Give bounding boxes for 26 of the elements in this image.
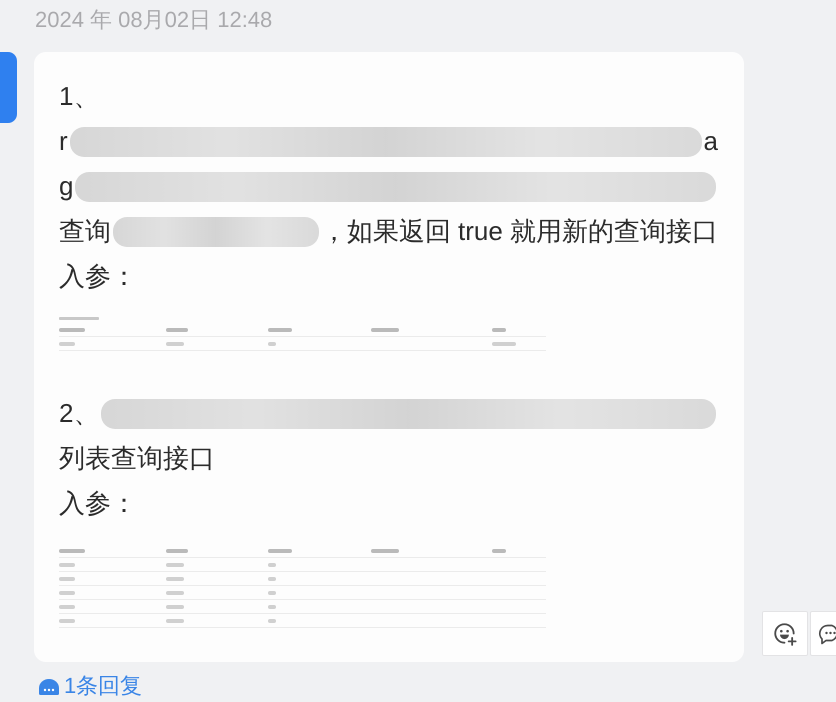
message-text: 2、 — [59, 397, 100, 430]
message-timestamp: 2024 年 08月02日 12:48 — [35, 7, 272, 33]
message-text: 1、 — [59, 80, 100, 113]
blurred-text-block — [59, 342, 75, 346]
blurred-text-block — [166, 342, 184, 346]
message-text: 入参： — [59, 260, 137, 293]
blurred-text-block — [268, 328, 292, 332]
message-text: a — [704, 126, 718, 157]
comment-button[interactable] — [810, 611, 836, 656]
smiley-plus-icon — [772, 620, 798, 646]
chat-bubble-icon — [38, 678, 60, 694]
speech-bubble-icon — [818, 622, 836, 646]
message-text: r — [59, 126, 68, 157]
reply-count-link[interactable]: 1条回复 — [38, 673, 142, 699]
blurred-text-block — [492, 342, 516, 346]
blurred-text-block — [59, 328, 85, 332]
blurred-text-block — [268, 342, 276, 346]
blurred-text-block — [370, 328, 399, 332]
message-text: g — [59, 171, 74, 202]
blurred-text-block — [492, 328, 506, 332]
blurred-text-block — [166, 328, 188, 332]
message-text: 入参： — [59, 487, 137, 520]
add-reaction-button[interactable] — [762, 611, 808, 656]
message-text: 列表查询接口 — [59, 442, 215, 475]
message-text: 查询 — [59, 215, 111, 248]
message-text: ，如果返回 true 就用新的查询接口 — [320, 215, 718, 248]
